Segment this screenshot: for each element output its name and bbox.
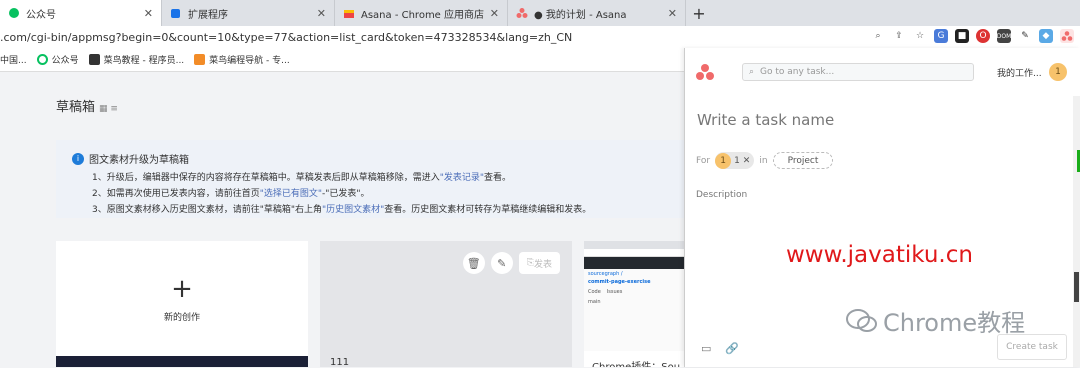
search-input[interactable]: ⌕ Go to any task... — [742, 63, 974, 81]
assignment-row: For 1 1 ✕ in Project — [696, 152, 834, 169]
close-icon[interactable]: ✕ — [490, 7, 499, 20]
zoom-icon[interactable]: ⌕ — [871, 29, 885, 43]
watermark-brand: Chrome教程 — [845, 303, 1025, 338]
issues-tab: Issues — [606, 289, 623, 295]
asana-ext-icon[interactable] — [1060, 29, 1074, 43]
draft-card[interactable]: sourcegraph / commit-page-exercise Code … — [584, 241, 684, 367]
notice-line-2: 2、如需再次使用已发表内容，请前往首页"选择已有图文"-"已发表"。 — [92, 189, 370, 199]
tab-label: 公众号 — [26, 9, 56, 21]
bookmark-item[interactable]: 菜鸟教程 - 程序员... — [88, 53, 184, 66]
new-creation-card[interactable]: + 新的创作 — [56, 241, 308, 357]
draft-title: 111 — [330, 357, 350, 368]
asana-icon — [516, 7, 528, 19]
tab-label: 扩展程序 — [188, 9, 228, 21]
panel-footer: ▭ 🔗 — [701, 342, 739, 355]
watermark-url: www.javatiku.cn — [786, 242, 973, 268]
draft-actions: 🗑 ✎ ⎘ 发表 — [462, 252, 560, 274]
info-icon: i — [72, 152, 84, 165]
branch-label: main — [588, 299, 601, 305]
page-scrollbar[interactable] — [1073, 96, 1080, 367]
choose-existing-link[interactable]: "选择已有图文" — [260, 189, 322, 199]
edit-icon[interactable]: ✎ — [490, 252, 513, 274]
notice-line-1: 1、升级后，编辑器中保存的内容将存在草稿箱中。草稿发表后即从草稿箱移除，需进入"… — [92, 173, 512, 183]
publish-icon: ⎘ — [526, 258, 534, 268]
for-label: For — [696, 155, 711, 166]
repo-owner: sourcegraph / — [588, 271, 623, 277]
puzzle-icon — [170, 7, 182, 19]
watermark-brand-text: Chrome教程 — [883, 309, 1026, 337]
description-label: Description — [696, 190, 748, 200]
star-icon[interactable]: ☆ — [913, 29, 927, 43]
search-placeholder: Go to any task... — [760, 67, 835, 77]
tab-wechat[interactable]: 公众号 ✕ — [0, 0, 162, 26]
calendar-icon[interactable]: ▭ — [701, 342, 711, 355]
tab-label: Asana - Chrome 应用商店 — [361, 9, 485, 21]
plus-icon: + — [171, 273, 193, 304]
dom-ext-icon[interactable]: DOM — [997, 29, 1011, 43]
grid-view-icon[interactable]: ▦ ≡ — [99, 104, 118, 114]
eyedropper-icon[interactable]: ✎ — [1018, 29, 1032, 43]
project-selector[interactable]: Project — [772, 152, 834, 169]
wechat-icon — [36, 54, 48, 65]
notice-heading: i 图文素材升级为草稿箱 — [72, 151, 189, 166]
bookmark-item[interactable]: 中国... — [0, 53, 27, 66]
assignee-avatar: 1 — [715, 152, 732, 169]
tab-strip: 公众号 ✕ 扩展程序 ✕ Asana - Chrome 应用商店 ✕ ● 我的计… — [0, 0, 1080, 26]
asana-logo-icon — [696, 64, 714, 80]
new-creation-label: 新的创作 — [163, 312, 200, 323]
share-icon[interactable]: ⇪ — [892, 29, 906, 43]
upgrade-notice: i 图文素材升级为草稿箱 1、升级后，编辑器中保存的内容将存在草稿箱中。草稿发表… — [56, 140, 684, 218]
draft-thumbnail: sourcegraph / commit-page-exercise Code … — [584, 241, 684, 351]
publish-record-link[interactable]: "发表记录" — [440, 173, 484, 183]
url-text[interactable]: .com/cgi-bin/appmsg?begin=0&count=10&typ… — [0, 31, 572, 44]
assignee-name: 1 — [734, 155, 740, 166]
task-name-placeholder: Write a task name — [697, 111, 835, 129]
new-tab-button[interactable]: + — [686, 0, 712, 26]
page-title: 草稿箱 ▦ ≡ — [56, 100, 118, 115]
close-icon[interactable]: ✕ — [144, 7, 153, 20]
repo-name: commit-page-exercise — [588, 279, 651, 285]
bird-icon — [88, 54, 100, 65]
bookmark-item[interactable]: 公众号 — [36, 53, 79, 66]
remove-assignee-icon[interactable]: ✕ — [743, 156, 751, 166]
history-material-link[interactable]: "历史图文素材" — [322, 205, 384, 215]
draft-card-thumbnail[interactable] — [56, 356, 308, 367]
close-icon[interactable]: ✕ — [317, 7, 326, 20]
tab-asana-store[interactable]: Asana - Chrome 应用商店 ✕ — [335, 0, 508, 26]
link-icon[interactable]: 🔗 — [725, 342, 739, 355]
tab-extensions[interactable]: 扩展程序 ✕ — [162, 0, 335, 26]
red-ext-icon[interactable]: O — [976, 29, 990, 43]
search-icon: ⌕ — [749, 67, 755, 77]
task-name-input[interactable]: Write a task name — [697, 111, 834, 129]
notice-line-3: 3、原图文素材移入历史图文素材，请前往"草稿箱"右上角"历史图文素材"查看。历史… — [92, 205, 592, 215]
publish-button[interactable]: ⎘ 发表 — [518, 252, 560, 274]
translate-icon[interactable]: G — [934, 29, 948, 43]
wechat-icon — [8, 7, 20, 19]
chrome-store-icon — [343, 7, 355, 19]
assignee-chip[interactable]: 1 1 ✕ — [715, 152, 755, 169]
description-field[interactable]: Description — [696, 190, 747, 200]
toolbar: ⌕ ⇪ ☆ G ■ O DOM ✎ ◆ — [871, 29, 1074, 43]
draft-card[interactable]: 🗑 ✎ ⎘ 发表 111 — [320, 241, 572, 368]
close-icon[interactable]: ✕ — [668, 7, 677, 20]
code-tab: Code — [588, 289, 601, 295]
tab-asana-plan[interactable]: ● 我的计划 - Asana ✕ — [508, 0, 686, 26]
tab-label: ● 我的计划 - Asana — [534, 9, 627, 21]
trash-icon[interactable]: 🗑 — [462, 252, 485, 274]
in-label: in — [759, 155, 768, 166]
bookmark-item[interactable]: 菜鸟编程导航 - 专... — [194, 53, 290, 66]
wechat-logo-icon — [846, 308, 877, 332]
avatar[interactable]: 1 — [1049, 63, 1067, 81]
draft-title: Chrome插件：Sou — [592, 358, 680, 367]
dark-ext-icon[interactable]: ■ — [955, 29, 969, 43]
drafts-page: 草稿箱 ▦ ≡ i 图文素材升级为草稿箱 1、升级后，编辑器中保存的内容将存在草稿… — [0, 72, 684, 368]
blue-ext-icon[interactable]: ◆ — [1039, 29, 1053, 43]
j-icon — [194, 54, 206, 65]
my-work-menu[interactable]: 我的工作... — [997, 66, 1042, 79]
address-bar[interactable]: .com/cgi-bin/appmsg?begin=0&count=10&typ… — [0, 26, 1080, 48]
